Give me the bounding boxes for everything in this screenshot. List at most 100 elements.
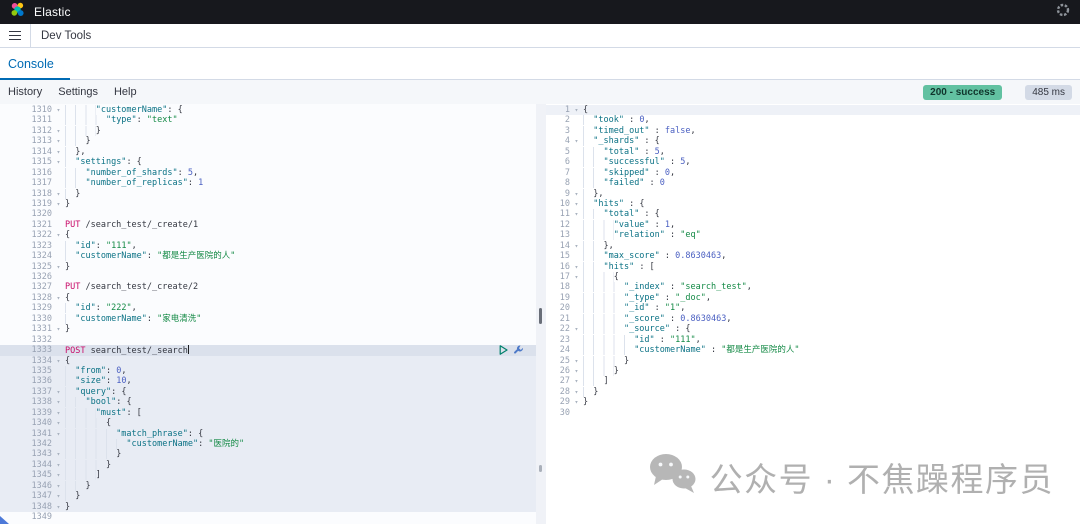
- fold-toggle-icon[interactable]: ▾: [52, 324, 65, 334]
- code-line[interactable]: 2 "took" : 0,: [546, 115, 1080, 125]
- fold-toggle-icon[interactable]: ▾: [52, 449, 65, 459]
- fold-toggle-icon[interactable]: ▾: [570, 397, 583, 407]
- fold-toggle-icon[interactable]: ▾: [570, 366, 583, 376]
- fold-toggle-icon[interactable]: ▾: [52, 293, 65, 303]
- code-line[interactable]: 1312▾ }: [0, 126, 536, 136]
- menu-history[interactable]: History: [8, 86, 42, 98]
- code-line[interactable]: 1347▾ }: [0, 491, 536, 501]
- code-line[interactable]: 4▾ "_shards" : {: [546, 136, 1080, 146]
- send-request-play-icon[interactable]: [499, 345, 508, 355]
- code-line[interactable]: 1331▾}: [0, 324, 536, 334]
- fold-toggle-icon[interactable]: ▾: [52, 189, 65, 199]
- code-line[interactable]: 15 "max_score" : 0.8630463,: [546, 251, 1080, 261]
- code-line[interactable]: 6 "successful" : 5,: [546, 157, 1080, 167]
- gear-icon[interactable]: [1056, 3, 1070, 22]
- code-line[interactable]: 16▾ "hits" : [: [546, 262, 1080, 272]
- code-line[interactable]: 17▾ {: [546, 272, 1080, 282]
- code-line[interactable]: 21 "_score" : 0.8630463,: [546, 314, 1080, 324]
- fold-toggle-icon[interactable]: ▾: [570, 376, 583, 386]
- code-line[interactable]: 29▾}: [546, 397, 1080, 407]
- code-line[interactable]: 1316 "number_of_shards": 5,: [0, 168, 536, 178]
- fold-toggle-icon[interactable]: ▾: [570, 136, 583, 146]
- fold-toggle-icon[interactable]: ▾: [52, 147, 65, 157]
- code-line[interactable]: 19 "_type" : "_doc",: [546, 293, 1080, 303]
- fold-toggle-icon[interactable]: ▾: [52, 429, 65, 439]
- code-line[interactable]: 13 "relation" : "eq": [546, 230, 1080, 240]
- code-line[interactable]: 1327PUT /search_test/_create/2: [0, 282, 536, 292]
- code-line[interactable]: 1328▾{: [0, 293, 536, 303]
- fold-toggle-icon[interactable]: ▾: [52, 387, 65, 397]
- code-line[interactable]: 1317 "number_of_replicas": 1: [0, 178, 536, 188]
- code-line[interactable]: 12 "value" : 1,: [546, 220, 1080, 230]
- fold-toggle-icon[interactable]: ▾: [570, 199, 583, 209]
- fold-toggle-icon[interactable]: ▾: [52, 470, 65, 480]
- fold-toggle-icon[interactable]: ▾: [52, 397, 65, 407]
- code-line[interactable]: 27▾ ]: [546, 376, 1080, 386]
- fold-toggle-icon[interactable]: ▾: [570, 241, 583, 251]
- code-line[interactable]: 18 "_index" : "search_test",: [546, 282, 1080, 292]
- code-line[interactable]: 1345▾ ]: [0, 470, 536, 480]
- fold-toggle-icon[interactable]: ▾: [570, 262, 583, 272]
- code-line[interactable]: 10▾ "hits" : {: [546, 199, 1080, 209]
- code-line[interactable]: 1335 "from": 0,: [0, 366, 536, 376]
- code-line[interactable]: 24 "customerName" : "都是生产医院的人": [546, 345, 1080, 355]
- code-line[interactable]: 1348▾}: [0, 502, 536, 512]
- fold-toggle-icon[interactable]: ▾: [570, 356, 583, 366]
- fold-toggle-icon[interactable]: ▾: [570, 387, 583, 397]
- code-line[interactable]: 8 "failed" : 0: [546, 178, 1080, 188]
- code-line[interactable]: 3 "timed_out" : false,: [546, 126, 1080, 136]
- code-line[interactable]: 1334▾{: [0, 356, 536, 366]
- code-line[interactable]: 1346▾ }: [0, 481, 536, 491]
- code-line[interactable]: 1343▾ }: [0, 449, 536, 459]
- code-line[interactable]: 1338▾ "bool": {: [0, 397, 536, 407]
- fold-toggle-icon[interactable]: ▾: [52, 230, 65, 240]
- code-line[interactable]: 25▾ }: [546, 356, 1080, 366]
- code-line[interactable]: 20 "_id" : "1",: [546, 303, 1080, 313]
- fold-toggle-icon[interactable]: ▾: [52, 356, 65, 366]
- elastic-logo-icon[interactable]: [10, 2, 25, 22]
- fold-toggle-icon[interactable]: ▾: [570, 189, 583, 199]
- code-line[interactable]: 1325▾}: [0, 262, 536, 272]
- code-line[interactable]: 1333POST search_test/_search: [0, 345, 536, 355]
- code-line[interactable]: 30: [546, 408, 1080, 418]
- code-line[interactable]: 1318▾ }: [0, 189, 536, 199]
- code-line[interactable]: 1340▾ {: [0, 418, 536, 428]
- code-line[interactable]: 1332: [0, 335, 536, 345]
- fold-toggle-icon[interactable]: ▾: [52, 105, 65, 115]
- fold-toggle-icon[interactable]: ▾: [52, 481, 65, 491]
- menu-help[interactable]: Help: [114, 86, 137, 98]
- response-viewer[interactable]: 1▾{2 "took" : 0,3 "timed_out" : false,4▾…: [546, 104, 1080, 524]
- code-line[interactable]: 1329 "id": "222",: [0, 303, 536, 313]
- code-line[interactable]: 1321PUT /search_test/_create/1: [0, 220, 536, 230]
- request-options-wrench-icon[interactable]: [513, 345, 524, 355]
- fold-toggle-icon[interactable]: ▾: [52, 502, 65, 512]
- code-line[interactable]: 5 "total" : 5,: [546, 147, 1080, 157]
- code-line[interactable]: 1339▾ "must": [: [0, 408, 536, 418]
- code-line[interactable]: 7 "skipped" : 0,: [546, 168, 1080, 178]
- code-line[interactable]: 1341▾ "match_phrase": {: [0, 429, 536, 439]
- code-line[interactable]: 1342 "customerName": "医院的": [0, 439, 536, 449]
- code-line[interactable]: 1311 "type": "text": [0, 115, 536, 125]
- fold-toggle-icon[interactable]: ▾: [570, 272, 583, 282]
- code-line[interactable]: 1310▾ "customerName": {: [0, 105, 536, 115]
- code-line[interactable]: 1▾{: [546, 105, 1080, 115]
- code-line[interactable]: 28▾ }: [546, 387, 1080, 397]
- editor-scrollbar-thumb[interactable]: [539, 308, 542, 324]
- code-line[interactable]: 26▾ }: [546, 366, 1080, 376]
- breadcrumb[interactable]: Dev Tools: [41, 30, 91, 42]
- fold-toggle-icon[interactable]: ▾: [52, 408, 65, 418]
- code-line[interactable]: 1322▾{: [0, 230, 536, 240]
- fold-toggle-icon[interactable]: ▾: [52, 262, 65, 272]
- code-line[interactable]: 1344▾ }: [0, 460, 536, 470]
- code-line[interactable]: 1337▾ "query": {: [0, 387, 536, 397]
- fold-toggle-icon[interactable]: ▾: [52, 491, 65, 501]
- code-line[interactable]: 1313▾ }: [0, 136, 536, 146]
- request-editor[interactable]: 1310▾ "customerName": {1311 "type": "tex…: [0, 104, 546, 524]
- fold-toggle-icon[interactable]: ▾: [570, 209, 583, 219]
- code-line[interactable]: 1320: [0, 209, 536, 219]
- code-line[interactable]: 1336 "size": 10,: [0, 376, 536, 386]
- code-line[interactable]: 1323 "id": "111",: [0, 241, 536, 251]
- code-line[interactable]: 1330 "customerName": "家电清洗": [0, 314, 536, 324]
- code-line[interactable]: 1315▾ "settings": {: [0, 157, 536, 167]
- code-line[interactable]: 1326: [0, 272, 536, 282]
